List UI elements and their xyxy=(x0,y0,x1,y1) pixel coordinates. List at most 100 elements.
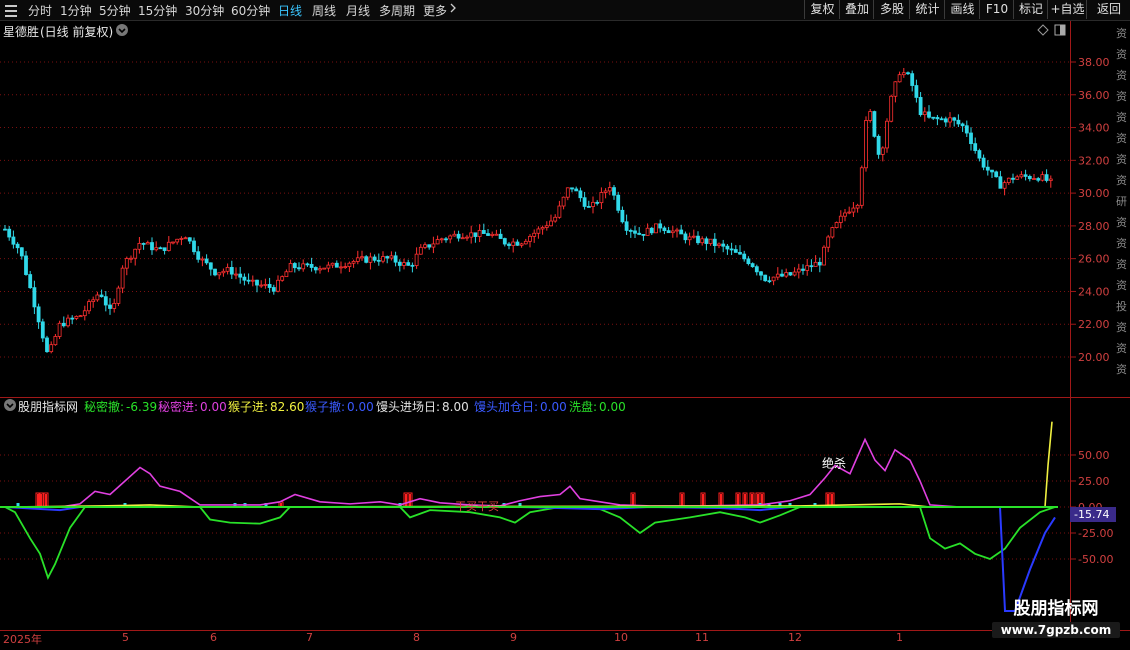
toolbar-button-1[interactable]: 叠加 xyxy=(839,0,874,19)
toolbar-button-8[interactable]: 返回 xyxy=(1086,0,1130,19)
candle-body xyxy=(263,284,268,286)
candle-body xyxy=(729,248,734,251)
candle-body xyxy=(7,228,12,238)
timeframe-tab-3[interactable]: 15分钟 xyxy=(138,2,177,19)
candle-body xyxy=(45,337,49,353)
candle-body xyxy=(246,279,251,282)
candle-body xyxy=(981,157,986,168)
candle-body xyxy=(410,264,415,267)
candle-body xyxy=(696,235,700,244)
toolbar-button-3[interactable]: 统计 xyxy=(909,0,945,19)
candle-body xyxy=(859,167,864,206)
timeframe-tab-7[interactable]: 周线 xyxy=(312,2,336,19)
indicator-name[interactable]: 股朋指标网 xyxy=(18,398,78,415)
candle-body xyxy=(313,267,318,271)
candle-body xyxy=(120,267,125,289)
date-label-5: 9 xyxy=(510,631,517,644)
candlestick-chart[interactable]: 38.00 36.00 34.00 32.00 30.00 28.00 26.00 24.00… xyxy=(0,40,1116,397)
timeframe-tab-8[interactable]: 月线 xyxy=(346,2,370,19)
candle-body xyxy=(305,263,310,266)
toolbar-button-5[interactable]: F10 xyxy=(979,0,1014,19)
candle-body xyxy=(880,147,885,155)
candle-body xyxy=(536,228,541,234)
diamond-icon[interactable] xyxy=(1037,24,1049,39)
menu-icon[interactable] xyxy=(5,3,19,17)
candle-body xyxy=(137,243,142,250)
watermark-title: 股朋指标网 xyxy=(1013,599,1099,619)
candle-body xyxy=(624,221,629,231)
candle-body xyxy=(477,230,482,237)
candle-body xyxy=(70,317,75,320)
candle-body xyxy=(301,263,306,270)
candle-body xyxy=(162,247,167,251)
candle-body xyxy=(582,197,587,207)
candle-body xyxy=(242,276,247,281)
price-axis-label: 24.00 xyxy=(1078,285,1110,298)
stock-name[interactable]: 星德胜 xyxy=(3,23,39,40)
candle-body xyxy=(276,279,280,292)
indicator-item-6: 洗盘: 0.00 xyxy=(569,398,626,415)
date-label-8: 12 xyxy=(788,631,802,644)
right-sidebar[interactable]: 资资资资资资资资研资资资资投资资资 xyxy=(1115,21,1130,631)
candle-body xyxy=(864,120,868,169)
candle-body xyxy=(670,230,675,234)
candle-body xyxy=(141,243,146,245)
timeframe-tab-9[interactable]: 多周期 xyxy=(379,2,415,19)
candle-body xyxy=(339,266,343,269)
price-axis-label: 32.00 xyxy=(1078,154,1110,167)
candle-body xyxy=(1023,174,1028,177)
timeframe-tab-1[interactable]: 1分钟 xyxy=(60,2,92,19)
timeframe-tab-4[interactable]: 30分钟 xyxy=(185,2,224,19)
toolbar-button-4[interactable]: 画线 xyxy=(944,0,980,19)
candle-body xyxy=(830,227,835,238)
candle-body xyxy=(129,257,133,260)
panel-toggle-icon[interactable] xyxy=(1054,24,1066,39)
candle-body xyxy=(82,310,87,317)
candle-body xyxy=(507,243,511,246)
watermark: 股朋指标网 www.7gpzb.com xyxy=(986,598,1126,644)
candle-body xyxy=(334,262,339,268)
candle-body xyxy=(326,264,331,269)
toolbar-button-2[interactable]: 多股 xyxy=(873,0,910,19)
timeframe-tab-6[interactable]: 日线 xyxy=(278,2,302,19)
candle-body xyxy=(994,171,999,178)
histogram-bar-fill xyxy=(405,494,407,507)
indicator-chart[interactable]: 50.0025.000.00-25.00-50.00绝杀干买干买 xyxy=(0,414,1116,630)
candle-body xyxy=(872,111,877,137)
toolbar-button-0[interactable]: 复权 xyxy=(804,0,840,19)
top-toolbar: 分时 1分钟 5分钟 15分钟 30分钟 60分钟 日线 周线 月线 多周期 更多 复权 叠加 多股 统计… xyxy=(0,0,1130,21)
date-axis-divider xyxy=(0,630,1130,631)
toolbar-button-7[interactable]: +自选 xyxy=(1047,0,1087,19)
candle-body xyxy=(225,267,230,272)
timeframe-tab-2[interactable]: 5分钟 xyxy=(99,2,131,19)
candle-body xyxy=(717,243,721,247)
candle-body xyxy=(901,72,906,76)
candle-body xyxy=(208,262,213,270)
candle-body xyxy=(788,272,793,276)
candle-body xyxy=(431,243,436,248)
timeframe-tab-5[interactable]: 60分钟 xyxy=(231,2,270,19)
indicator-dropdown-icon[interactable] xyxy=(4,399,16,411)
indicator-item-label: 秘密撤: xyxy=(84,400,125,414)
candle-body xyxy=(183,237,188,240)
candle-body xyxy=(838,215,843,223)
candle-body xyxy=(771,276,776,282)
indicator-axis-label: -50.00 xyxy=(1078,553,1113,566)
candle-body xyxy=(633,230,637,234)
candle-body xyxy=(687,236,692,241)
candle-body xyxy=(347,262,352,267)
candle-body xyxy=(612,187,616,196)
toolbar-button-6[interactable]: 标记 xyxy=(1013,0,1048,19)
candle-body xyxy=(603,190,608,193)
candle-body xyxy=(1048,178,1053,181)
candle-body xyxy=(284,271,289,278)
timeframe-tab-0[interactable]: 分时 xyxy=(28,2,52,19)
candle-body xyxy=(939,118,944,121)
candle-body xyxy=(809,265,814,268)
mode-dropdown-icon[interactable] xyxy=(116,24,128,36)
more-chevron-icon[interactable] xyxy=(449,2,457,17)
indicator-item-label: 猴子撤: xyxy=(305,400,346,414)
timeframe-tab-10[interactable]: 更多 xyxy=(423,2,447,19)
candle-body xyxy=(843,212,847,217)
candle-body xyxy=(889,95,894,122)
